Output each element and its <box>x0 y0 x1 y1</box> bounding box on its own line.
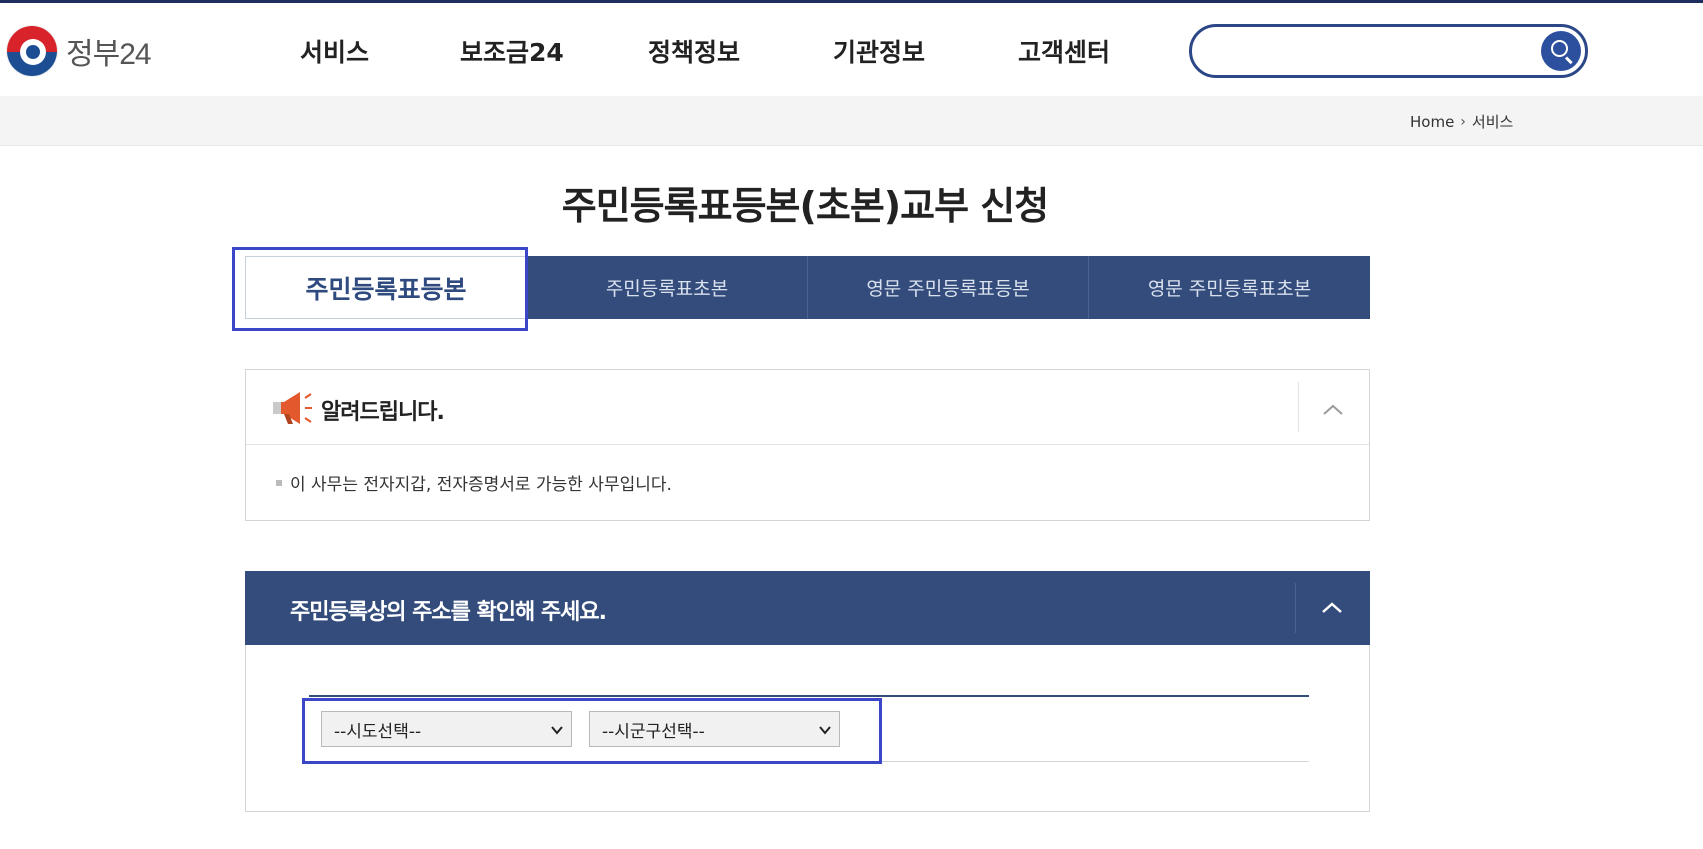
sigungu-select[interactable]: --시군구선택-- <box>589 711 840 747</box>
notice-box: 알려드립니다. 이 사무는 전자지갑, 전자증명서로 가능한 사무입니다. <box>245 369 1370 521</box>
nav-item-policy-info[interactable]: 정책정보 <box>648 33 740 69</box>
address-form-top-border <box>309 695 1309 697</box>
logo-text: 정부24 <box>66 38 152 71</box>
taegeuk-logo-icon <box>6 25 58 77</box>
breadcrumb: Home › 서비스 <box>1410 111 1513 132</box>
megaphone-icon <box>273 392 312 424</box>
sido-select-value: --시도선택-- <box>334 721 422 742</box>
search-button[interactable] <box>1541 31 1581 71</box>
nav-item-customer-center[interactable]: 고객센터 <box>1018 33 1110 69</box>
nav-item-subsidy24[interactable]: 보조금24 <box>460 33 564 69</box>
chevron-right-icon: › <box>1460 113 1466 130</box>
address-section: 주민등록상의 주소를 확인해 주세요. --시도선택-- --시군구선택-- <box>245 571 1370 812</box>
notice-item: 이 사무는 전자지갑, 전자증명서로 가능한 사무입니다. <box>276 470 672 495</box>
notice-divider <box>1298 382 1299 432</box>
tab-resident-register-copy[interactable]: 주민등록표등본 <box>245 256 527 319</box>
chevron-up-icon[interactable] <box>1321 398 1345 422</box>
nav-item-agency-info[interactable]: 기관정보 <box>833 33 925 69</box>
breadcrumb-bar: Home › 서비스 <box>0 96 1703 146</box>
notice-title: 알려드립니다. <box>321 400 445 425</box>
tab-english-resident-register-abstract[interactable]: 영문 주민등록표초본 <box>1089 256 1370 319</box>
bullet-icon <box>276 479 282 486</box>
chevron-down-icon <box>551 726 563 735</box>
breadcrumb-home[interactable]: Home <box>1410 113 1454 131</box>
chevron-up-icon[interactable] <box>1320 596 1344 620</box>
tab-english-resident-register-copy[interactable]: 영문 주민등록표등본 <box>808 256 1089 319</box>
tab-bar: 주민등록표등본 주민등록표초본 영문 주민등록표등본 영문 주민등록표초본 <box>245 256 1370 319</box>
breadcrumb-current[interactable]: 서비스 <box>1472 111 1513 132</box>
notice-header: 알려드립니다. <box>246 370 1369 445</box>
address-form-bottom-border <box>309 761 1309 762</box>
sigungu-select-value: --시군구선택-- <box>602 721 705 742</box>
address-divider <box>1295 583 1296 633</box>
address-header: 주민등록상의 주소를 확인해 주세요. <box>245 571 1370 645</box>
chevron-down-icon <box>819 726 831 735</box>
search-box <box>1189 24 1588 78</box>
sido-select[interactable]: --시도선택-- <box>321 711 572 747</box>
nav-item-services[interactable]: 서비스 <box>300 33 369 69</box>
search-input[interactable] <box>1210 35 1530 67</box>
site-header: 정부24 서비스 보조금24 정책정보 기관정보 고객센터 <box>0 3 1703 96</box>
site-logo[interactable]: 정부24 <box>6 23 152 79</box>
address-title: 주민등록상의 주소를 확인해 주세요. <box>290 600 607 625</box>
notice-text: 이 사무는 전자지갑, 전자증명서로 가능한 사무입니다. <box>290 475 672 495</box>
page-title: 주민등록표등본(초본)교부 신청 <box>561 184 1049 228</box>
tab-resident-register-abstract[interactable]: 주민등록표초본 <box>527 256 808 319</box>
